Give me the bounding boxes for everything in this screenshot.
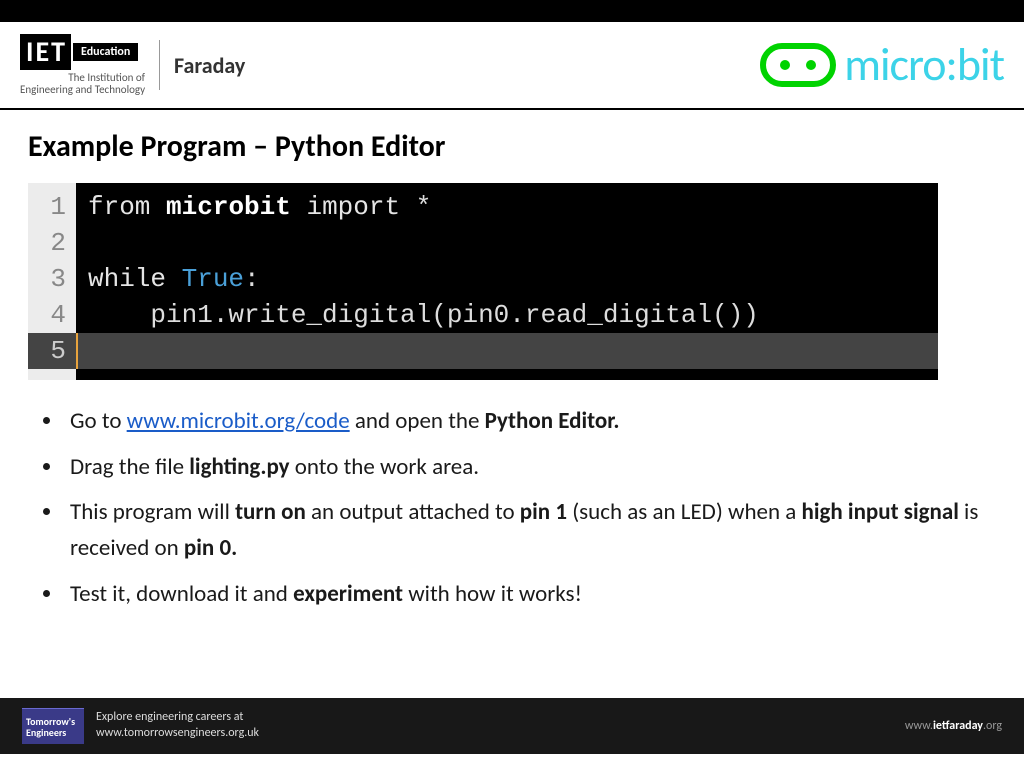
logo-divider [159, 40, 160, 90]
microbit-text: micro:bit [844, 37, 1004, 93]
top-black-bar [0, 0, 1024, 22]
code-line [88, 225, 926, 261]
content: Example Program – Python Editor 1 2 3 4 … [0, 110, 1024, 612]
code-line: pin1.write_digital(pin0.read_digital()) [88, 297, 926, 333]
education-badge: Education [73, 43, 138, 61]
line-number: 3 [32, 261, 66, 297]
iet-subtitle: The Institution of Engineering and Techn… [20, 72, 145, 96]
microbit-pill-icon [760, 43, 836, 87]
code-gutter: 1 2 3 4 5 [28, 183, 76, 380]
microbit-logo: micro:bit [760, 37, 1004, 93]
line-number-current: 5 [28, 333, 76, 369]
footer-careers-text: Explore engineering careers at www.tomor… [96, 710, 259, 741]
code-body: from microbit import * while True: pin1.… [76, 183, 938, 380]
list-item: Go to www.microbit.org/code and open the… [64, 404, 992, 440]
instruction-list: Go to www.microbit.org/code and open the… [64, 404, 992, 612]
line-number: 1 [32, 189, 66, 225]
code-line: while True: [88, 261, 926, 297]
microbit-code-link[interactable]: www.microbit.org/code [127, 407, 350, 435]
tomorrows-engineers-badge: Tomorrow's Engineers [22, 708, 84, 744]
footer-left: Tomorrow's Engineers Explore engineering… [22, 708, 259, 744]
code-line-current [76, 333, 938, 369]
footer: Tomorrow's Engineers Explore engineering… [0, 698, 1024, 754]
header: IET Education The Institution of Enginee… [0, 22, 1024, 110]
faraday-label: Faraday [174, 52, 245, 79]
list-item: Test it, download it and experiment with… [64, 577, 992, 613]
iet-mark-icon: IET [20, 34, 71, 70]
list-item: This program will turn on an output atta… [64, 495, 992, 566]
list-item: Drag the file lighting.py onto the work … [64, 450, 992, 486]
footer-url: www.ietfaraday.org [905, 719, 1002, 733]
code-line: from microbit import * [88, 189, 926, 225]
line-number: 4 [32, 297, 66, 333]
iet-logo: IET Education The Institution of Enginee… [20, 34, 245, 96]
line-number: 2 [32, 225, 66, 261]
page-title: Example Program – Python Editor [28, 128, 996, 165]
code-editor: 1 2 3 4 5 from microbit import * while T… [28, 183, 938, 380]
